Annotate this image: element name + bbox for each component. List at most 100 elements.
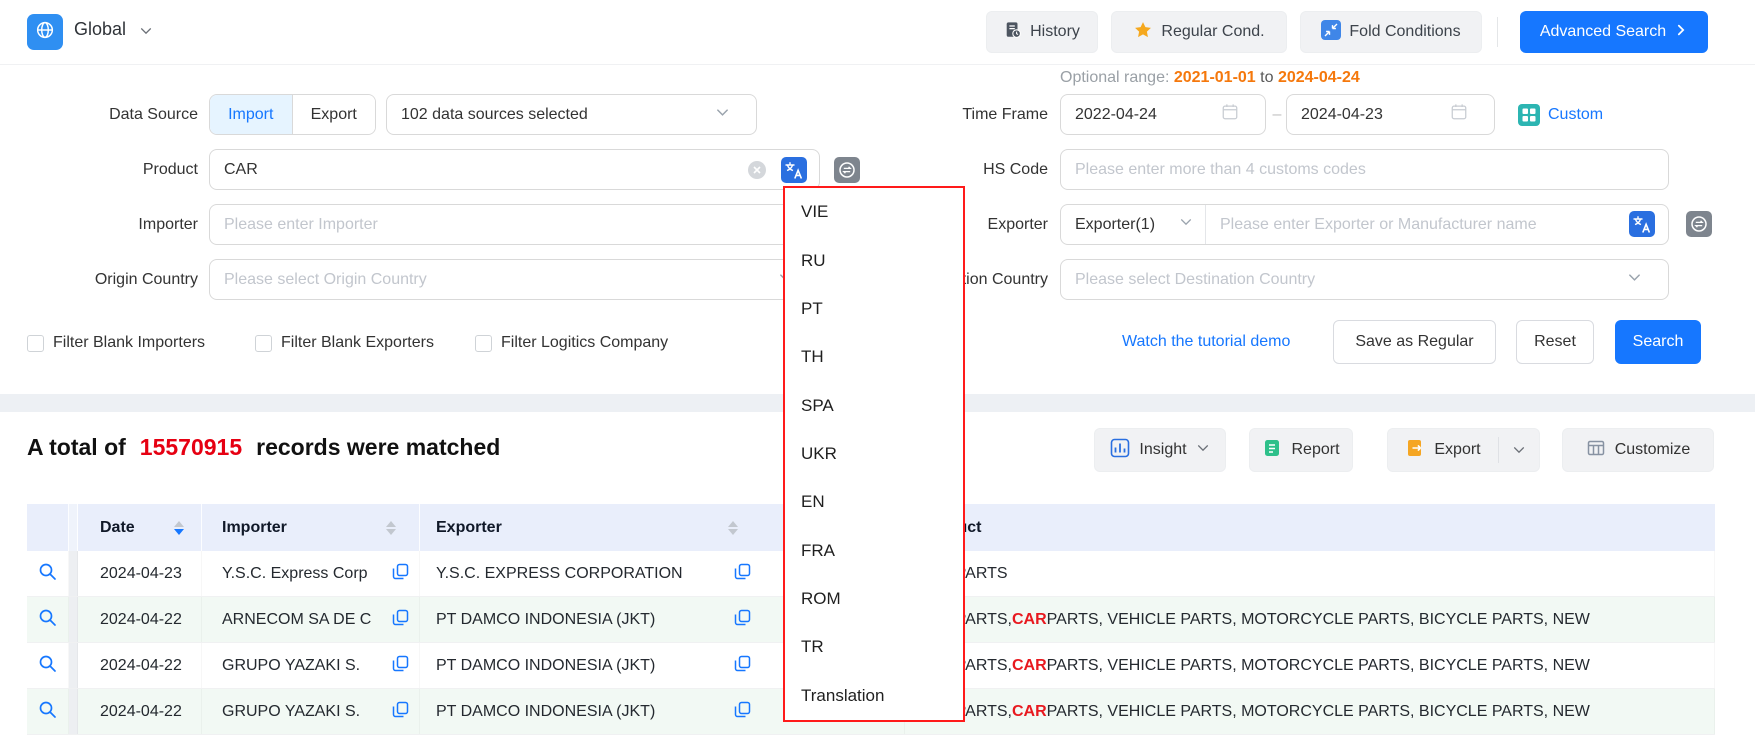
hs-code-input-box xyxy=(1060,149,1669,190)
origin-country-select[interactable]: Please select Origin Country xyxy=(209,259,820,300)
language-option-vie[interactable]: VIE xyxy=(785,188,963,236)
filter-blank-exporters-checkbox[interactable]: Filter Blank Exporters xyxy=(255,334,434,352)
product-label: Product xyxy=(20,149,198,190)
copy-icon[interactable] xyxy=(734,563,751,585)
star-icon xyxy=(1133,20,1153,45)
fold-conditions-label: Fold Conditions xyxy=(1349,23,1460,41)
language-option-fra[interactable]: FRA xyxy=(785,527,963,575)
translate-icon[interactable] xyxy=(1629,211,1655,237)
tutorial-demo-link[interactable]: Watch the tutorial demo xyxy=(1122,320,1290,364)
language-option-tr[interactable]: TR xyxy=(785,623,963,671)
fold-conditions-button[interactable]: Fold Conditions xyxy=(1300,11,1482,53)
segment-export[interactable]: Export xyxy=(293,95,376,134)
header-product[interactable]: Product xyxy=(905,504,1715,551)
magnifier-icon[interactable] xyxy=(38,562,57,586)
sort-icon-date[interactable] xyxy=(174,521,184,535)
language-option-ukr[interactable]: UKR xyxy=(785,430,963,478)
advanced-search-label: Advanced Search xyxy=(1540,23,1666,41)
topbar: Global History Regular Cond. Fold Condit… xyxy=(0,0,1755,65)
language-option-pt[interactable]: PT xyxy=(785,285,963,333)
importer-input-box xyxy=(209,204,820,245)
insight-icon xyxy=(1110,438,1130,463)
chevron-right-icon xyxy=(1674,23,1688,42)
history-button[interactable]: History xyxy=(986,11,1098,53)
filter-logitics-company-checkbox[interactable]: Filter Logitics Company xyxy=(475,334,668,352)
checkbox-icon[interactable] xyxy=(475,335,492,352)
export-dropdown-button[interactable] xyxy=(1499,429,1539,471)
destination-country-select[interactable]: Please select Destination Country xyxy=(1060,259,1669,300)
copy-icon[interactable] xyxy=(734,701,751,723)
destination-country-placeholder: Please select Destination Country xyxy=(1075,271,1315,289)
clear-icon[interactable] xyxy=(748,161,766,184)
copy-icon[interactable] xyxy=(734,609,751,631)
optional-range-start: 2021-01-01 xyxy=(1174,69,1256,86)
sort-icon-exporter[interactable] xyxy=(728,521,738,535)
importer-input[interactable] xyxy=(224,216,805,234)
export-button[interactable]: Export xyxy=(1388,429,1498,471)
copy-icon[interactable] xyxy=(734,655,751,677)
language-option-en[interactable]: EN xyxy=(785,478,963,526)
segment-import[interactable]: Import xyxy=(210,95,293,134)
header-detail-column xyxy=(27,504,69,551)
calendar-icon[interactable] xyxy=(1450,103,1468,126)
save-as-regular-button[interactable]: Save as Regular xyxy=(1333,320,1496,364)
history-icon xyxy=(1004,21,1022,44)
checkbox-icon[interactable] xyxy=(255,335,272,352)
synonym-search-icon[interactable] xyxy=(834,157,860,183)
customize-button[interactable]: Customize xyxy=(1562,428,1714,472)
chevron-down-icon xyxy=(1627,270,1642,290)
region-selector-label[interactable]: Global xyxy=(74,19,126,40)
chevron-down-icon xyxy=(715,105,730,125)
product-input[interactable] xyxy=(224,161,805,179)
language-option-spa[interactable]: SPA xyxy=(785,381,963,429)
copy-icon[interactable] xyxy=(392,609,409,631)
copy-icon[interactable] xyxy=(392,563,409,585)
copy-icon[interactable] xyxy=(392,655,409,677)
language-option-translation[interactable]: Translation xyxy=(785,672,963,720)
magnifier-icon[interactable] xyxy=(38,654,57,678)
origin-country-label: Origin Country xyxy=(20,259,198,300)
custom-time-link[interactable]: Custom xyxy=(1548,94,1603,135)
header-date[interactable]: Date xyxy=(78,504,202,551)
advanced-search-button[interactable]: Advanced Search xyxy=(1520,11,1708,53)
optional-range-to: to xyxy=(1260,69,1273,86)
date-cell: 2024-04-22 xyxy=(78,643,202,688)
checkbox-icon[interactable] xyxy=(27,335,44,352)
hs-code-input[interactable] xyxy=(1075,161,1654,179)
sort-icon-importer[interactable] xyxy=(386,521,396,535)
report-button[interactable]: Report xyxy=(1249,428,1353,472)
exporter-input[interactable] xyxy=(1220,216,1654,234)
time-frame-end-input[interactable]: 2024-04-23 xyxy=(1286,94,1495,135)
chevron-down-icon[interactable] xyxy=(138,24,154,43)
custom-icon[interactable] xyxy=(1518,104,1540,126)
import-export-segment: Import Export xyxy=(209,94,376,135)
language-option-th[interactable]: TH xyxy=(785,333,963,381)
regular-cond-button[interactable]: Regular Cond. xyxy=(1111,11,1287,53)
insight-button[interactable]: Insight xyxy=(1094,428,1226,472)
synonym-search-icon[interactable] xyxy=(1686,211,1712,237)
magnifier-icon[interactable] xyxy=(38,700,57,724)
export-label: Export xyxy=(1434,441,1480,459)
copy-icon[interactable] xyxy=(392,701,409,723)
translate-icon[interactable] xyxy=(781,157,807,183)
export-icon xyxy=(1405,438,1425,463)
magnifier-icon[interactable] xyxy=(38,608,57,632)
header-importer[interactable]: Importer xyxy=(202,504,420,551)
app-logo[interactable] xyxy=(27,14,63,50)
row-detail-cell xyxy=(27,551,69,596)
search-button[interactable]: Search xyxy=(1615,320,1701,364)
language-option-ru[interactable]: RU xyxy=(785,236,963,284)
summary-suffix: records were matched xyxy=(256,434,500,461)
filter-blank-importers-label: Filter Blank Importers xyxy=(53,334,205,352)
reset-button[interactable]: Reset xyxy=(1516,320,1594,364)
hs-code-label: HS Code xyxy=(860,149,1048,190)
optional-range: Optional range: 2021-01-01 to 2024-04-24 xyxy=(1060,69,1360,87)
exporter-type-select[interactable]: Exporter(1) xyxy=(1061,205,1206,244)
language-option-rom[interactable]: ROM xyxy=(785,575,963,623)
calendar-icon[interactable] xyxy=(1221,103,1239,126)
data-sources-select[interactable]: 102 data sources selected xyxy=(386,94,757,135)
translate-language-menu: VIE RU PT TH SPA UKR EN FRA ROM TR Trans… xyxy=(783,186,965,722)
row-strip xyxy=(69,643,78,688)
time-frame-start-input[interactable]: 2022-04-24 xyxy=(1060,94,1266,135)
filter-blank-importers-checkbox[interactable]: Filter Blank Importers xyxy=(27,334,205,352)
